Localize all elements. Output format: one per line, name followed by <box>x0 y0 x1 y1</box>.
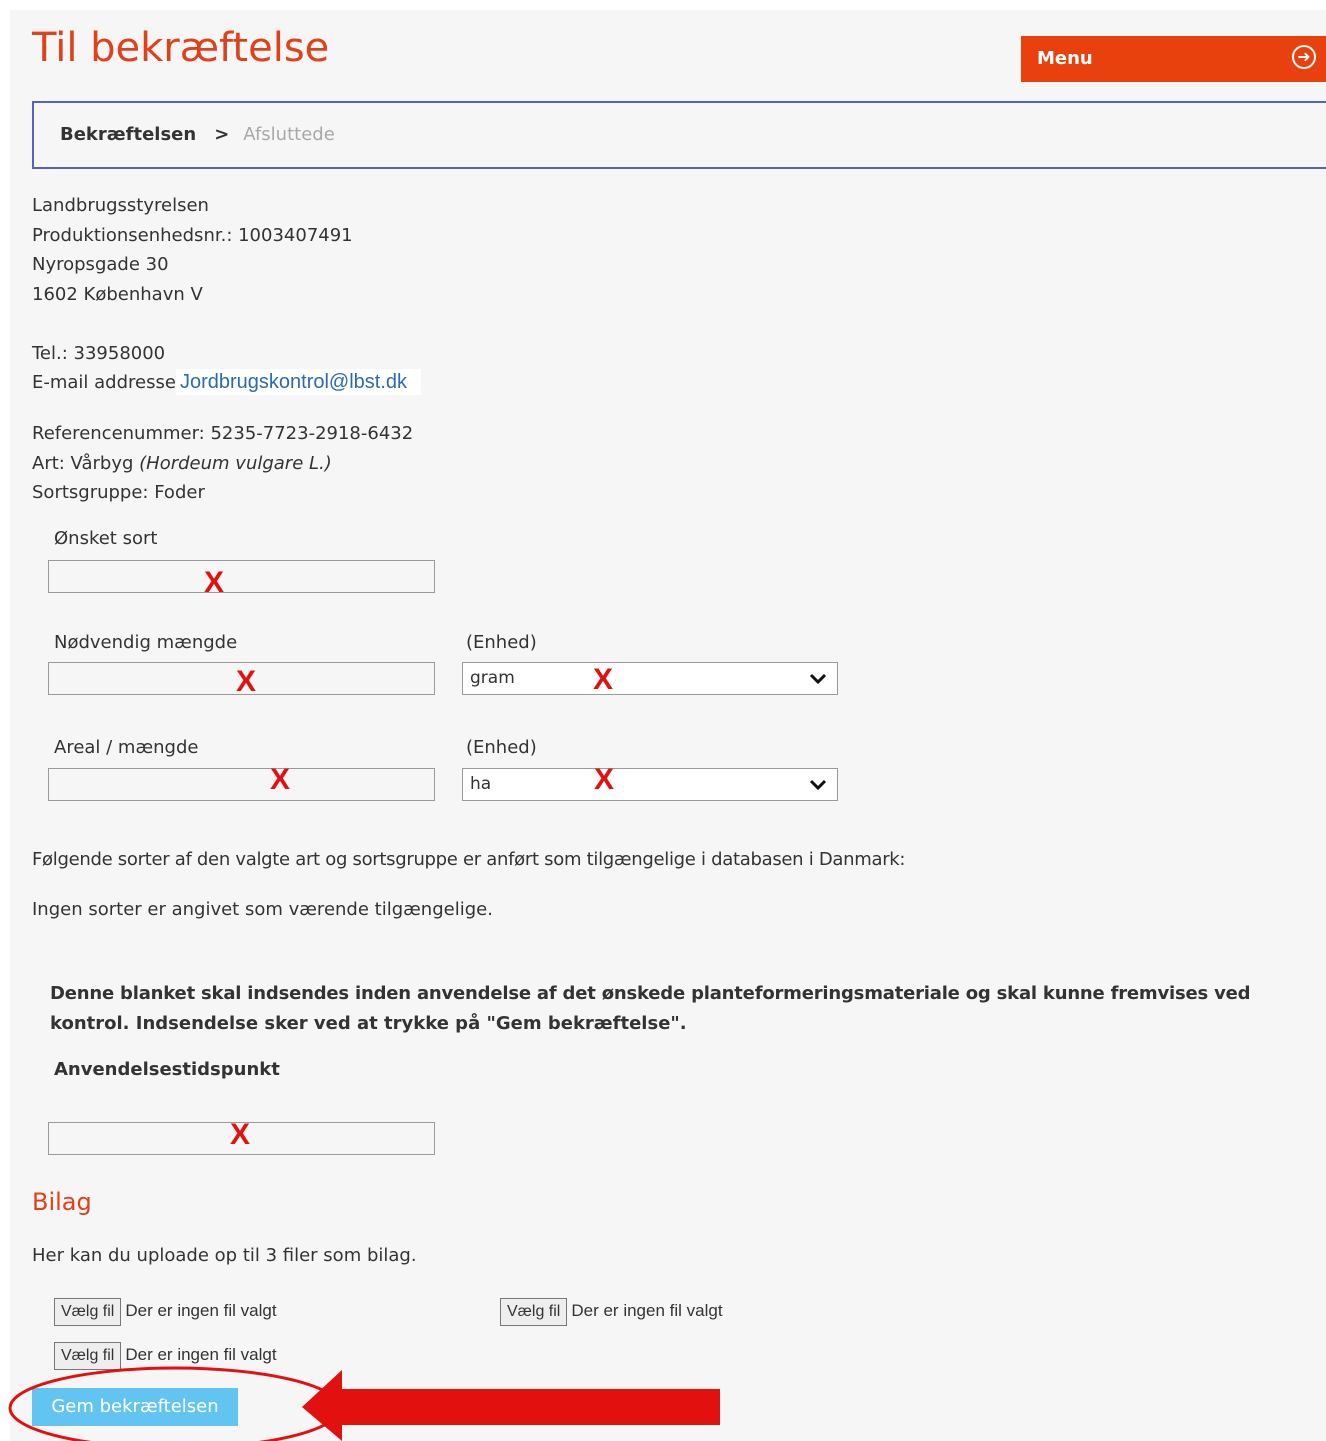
highlight-ellipse <box>8 1366 342 1441</box>
menu-label: Menu <box>1037 48 1093 69</box>
area-label: Areal / mængde <box>54 737 199 758</box>
notice-line-2: kontrol. Indsendelse sker ved at trykke … <box>50 1013 687 1034</box>
area-input[interactable] <box>48 768 435 801</box>
email-link[interactable]: Jordbrugskontrol@lbst.dk <box>175 369 422 395</box>
usage-time-label: Anvendelsestidspunkt <box>54 1059 280 1080</box>
chevron-down-icon <box>809 673 827 685</box>
amount-unit-label: (Enhed) <box>466 632 537 653</box>
annotation-x-mark: X <box>593 663 614 696</box>
breadcrumb-step-completed: Afsluttede <box>243 124 335 145</box>
contact-email-row: E-mail addresse Jordbrugskontrol@lbst.dk <box>32 369 422 395</box>
amount-unit-value: gram <box>470 668 515 688</box>
available-varieties-text: Følgende sorter af den valgte art og sor… <box>32 849 906 870</box>
area-unit-label: (Enhed) <box>466 737 537 758</box>
desired-sort-input[interactable] <box>48 560 435 593</box>
amount-label: Nødvendig mængde <box>54 632 238 653</box>
breadcrumb-step-confirmation[interactable]: Bekræftelsen <box>60 124 196 145</box>
attachments-title: Bilag <box>32 1188 92 1216</box>
annotation-x-mark: X <box>236 665 257 698</box>
arrow-circle-right-icon: ➜ <box>1292 45 1316 69</box>
species-label: Art: Vårbyg <box>32 453 134 474</box>
chevron-down-icon <box>809 779 827 791</box>
annotation-x-mark: X <box>230 1118 251 1151</box>
notice-line-1: Denne blanket skal indsendes inden anven… <box>50 983 1251 1004</box>
contact-phone: Tel.: 33958000 <box>32 343 166 364</box>
annotation-overlay <box>8 1366 720 1441</box>
page-title: Til bekræftelse <box>32 25 330 71</box>
file-upload-1: Vælg fil Der er ingen fil valgt <box>54 1298 277 1326</box>
contact-prod-unit: Produktionsenhedsnr.: 1003407491 <box>32 225 353 246</box>
annotation-x-mark: X <box>270 763 291 796</box>
email-label: E-mail addresse <box>32 372 176 393</box>
file-status: Der er ingen fil valgt <box>125 1301 277 1320</box>
species-row: Art: Vårbyg (Hordeum vulgare L.) <box>32 453 332 475</box>
contact-city: 1602 København V <box>32 284 203 305</box>
reference-number: Referencenummer: 5235-7723-2918-6432 <box>32 423 414 444</box>
attachments-description: Her kan du uploade op til 3 filer som bi… <box>32 1245 417 1266</box>
contact-org: Landbrugsstyrelsen <box>32 195 209 216</box>
contact-street: Nyropsgade 30 <box>32 254 169 275</box>
area-unit-select[interactable]: ha <box>462 768 838 801</box>
annotation-x-mark: X <box>594 763 615 796</box>
desired-sort-label: Ønsket sort <box>54 528 158 549</box>
pointer-arrow-left-icon <box>302 1370 720 1441</box>
variety-group: Sortsgruppe: Foder <box>32 482 205 503</box>
breadcrumb-separator: > <box>214 124 230 145</box>
amount-unit-select[interactable]: gram <box>462 662 838 695</box>
annotation-x-mark: X <box>204 566 225 599</box>
file-status: Der er ingen fil valgt <box>571 1301 723 1320</box>
file-upload-2: Vælg fil Der er ingen fil valgt <box>500 1298 723 1326</box>
choose-file-button[interactable]: Vælg fil <box>500 1298 568 1326</box>
menu-button[interactable]: Menu ➜ <box>1021 36 1326 82</box>
choose-file-button[interactable]: Vælg fil <box>54 1298 122 1326</box>
breadcrumb: Bekræftelsen > Afsluttede <box>32 101 1326 169</box>
area-unit-value: ha <box>470 774 492 794</box>
species-latin: (Hordeum vulgare L.) <box>139 453 332 474</box>
no-varieties-text: Ingen sorter er angivet som værende tilg… <box>32 899 493 920</box>
